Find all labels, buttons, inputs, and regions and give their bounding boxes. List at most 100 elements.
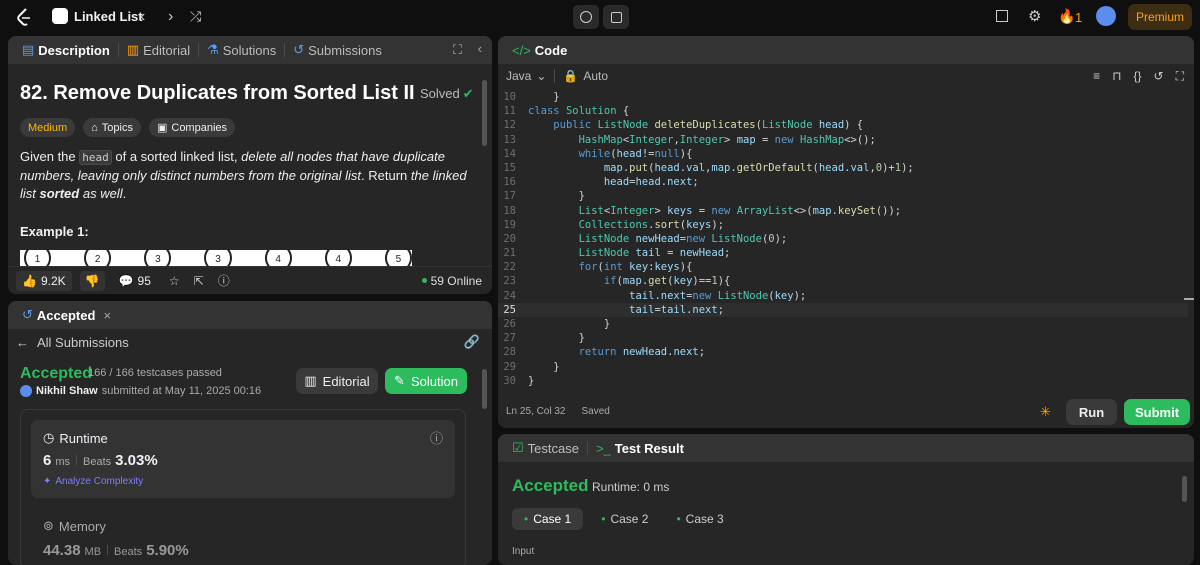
timer-button[interactable] (573, 5, 599, 29)
case-tab-3[interactable]: • Case 3 (666, 508, 733, 530)
code-editor[interactable]: 10 } 11 class Solution {12 public ListNode… (498, 90, 1188, 402)
code-text: ListNode newHead=new ListNode(0); (578, 232, 788, 245)
code-line[interactable]: 13 HashMap<Integer,Integer> map = new Ha… (498, 133, 1188, 147)
comments-button[interactable]: 💬 95 (119, 274, 151, 288)
code-line[interactable]: 23 if(map.get(key)==1){ (498, 274, 1188, 288)
companies-pill[interactable]: ▣ Companies (148, 118, 236, 137)
tab-code[interactable]: </> Code (506, 36, 573, 64)
auto-label: Auto (583, 69, 609, 83)
problem-list-button[interactable]: Linked List (52, 8, 143, 24)
like-button[interactable]: 👍 9.2K (16, 270, 72, 291)
list-node: 4 (324, 250, 352, 266)
settings-icon[interactable]: ⚙ (1028, 7, 1041, 25)
submission-scrollbar[interactable] (482, 369, 487, 409)
reset-icon[interactable]: ↺ (1154, 69, 1164, 84)
user-avatar (20, 385, 32, 397)
expand-icon[interactable]: ⛶ (453, 42, 462, 58)
case-tab-1[interactable]: • Case 1 (512, 508, 584, 530)
editorial-button[interactable]: ▥ Editorial (296, 368, 378, 394)
code-text: Collections.sort(keys); (578, 218, 725, 231)
memory-stats: 44.38 MB Beats 5.90% (43, 542, 189, 559)
star-icon[interactable]: ☆ (169, 274, 180, 288)
code-line[interactable]: 17 } (498, 189, 1188, 203)
tab-submissions[interactable]: ↺ Submissions (287, 36, 388, 64)
avatar[interactable] (1096, 6, 1116, 26)
code-line[interactable]: 28 return newHead.next; (498, 345, 1188, 359)
case-tab-2[interactable]: • Case 2 (591, 508, 658, 530)
submitter-name[interactable]: Nikhil Shaw (36, 385, 98, 397)
submit-button[interactable]: Submit (1124, 399, 1190, 425)
code-line[interactable]: 16 head=head.next; (498, 175, 1188, 189)
description-scrollbar[interactable] (482, 80, 487, 146)
streak-fire-icon[interactable]: 🔥 (1058, 8, 1075, 25)
tab-editorial[interactable]: ▥ Editorial (121, 36, 196, 64)
briefcase-icon: ▣ (156, 122, 168, 134)
tab-test-result[interactable]: >_ Test Result (590, 434, 690, 462)
code-line[interactable]: 22 for(int key:keys){ (498, 260, 1188, 274)
tab-accepted[interactable]: ↺ Accepted × (16, 301, 117, 329)
info-icon[interactable]: ⓘ (430, 428, 443, 447)
auto-toggle[interactable]: 🔒 Auto (563, 69, 608, 83)
code-line[interactable]: 12 public ListNode deleteDuplicates(List… (498, 118, 1188, 132)
code-line[interactable]: 18 List<Integer> keys = new ArrayList<>(… (498, 204, 1188, 218)
solution-button[interactable]: ✎ Solution (385, 368, 467, 394)
code-line[interactable]: 30} (498, 374, 1188, 388)
submitted-text: submitted at May 11, 2025 00:16 (101, 385, 262, 397)
code-line[interactable]: 19 Collections.sort(keys); (498, 218, 1188, 232)
help-icon[interactable]: ⓘ (218, 272, 230, 289)
editor-scrollbar[interactable] (1184, 298, 1194, 300)
code-line[interactable]: 20 ListNode newHead=new ListNode(0); (498, 232, 1188, 246)
layout-icon[interactable] (996, 10, 1008, 22)
topics-pill[interactable]: ⌂ Topics (83, 118, 141, 137)
braces-icon[interactable]: {} (1134, 69, 1142, 84)
code-line[interactable]: 11 class Solution { (498, 104, 1188, 118)
line-number: 18 (503, 204, 516, 217)
close-icon[interactable]: × (103, 308, 111, 323)
line-number: 20 (503, 232, 516, 245)
tab-solutions[interactable]: ⚗ Solutions (201, 36, 282, 64)
thumbs-down-icon[interactable]: 👎 (79, 270, 105, 291)
analyze-complexity-link[interactable]: ✦ Analyze Complexity (43, 476, 143, 487)
code-line[interactable]: 14 while(head!=null){ (498, 147, 1188, 161)
beats-label: Beats (114, 546, 143, 558)
format-icon[interactable]: ≡ (1093, 69, 1100, 84)
code-line[interactable]: 25 tail=tail.next; (498, 302, 1188, 317)
share-icon[interactable]: ⇱ (194, 274, 204, 288)
debug-icon[interactable]: ✳ (1040, 404, 1051, 420)
solution-label: Solution (410, 373, 458, 389)
back-link[interactable]: ← All Submissions (16, 335, 129, 350)
memory-card[interactable]: ⊚ Memory 44.38 MB Beats 5.90% (31, 510, 455, 565)
tab-testcase[interactable]: ☑ Testcase (506, 434, 585, 462)
line-number: 17 (503, 190, 516, 203)
code-line[interactable]: 24 tail.next=new ListNode(key); (498, 289, 1188, 303)
tab-description[interactable]: ▤ Description (16, 36, 116, 64)
premium-button[interactable]: Premium (1128, 4, 1192, 30)
difficulty-badge[interactable]: Medium (20, 118, 76, 137)
case-tabs: • Case 1 • Case 2 • Case 3 (512, 508, 734, 530)
arrow-left-icon: ← (16, 335, 29, 350)
code-text: tail=tail.next; (629, 303, 725, 316)
code-line[interactable]: 27 } (498, 331, 1188, 345)
fullscreen-icon[interactable]: ⛶ (1176, 69, 1184, 84)
prev-problem-icon[interactable]: ‹ (140, 8, 145, 26)
runtime-card[interactable]: ◷ Runtime ⓘ 6 ms Beats 3.03% ✦ Analyze Com… (31, 420, 455, 498)
code-line[interactable]: 21 ListNode tail = newHead; (498, 246, 1188, 260)
code-line[interactable]: 29 } (498, 360, 1188, 374)
result-scrollbar[interactable] (1182, 476, 1187, 502)
code-line[interactable]: 10 } (498, 90, 1188, 104)
notes-button[interactable] (603, 5, 629, 29)
run-button[interactable]: Run (1066, 399, 1117, 425)
code-line[interactable]: 26 } (498, 317, 1188, 331)
code-line[interactable]: 15 map.put(head.val,map.getOrDefault(hea… (498, 161, 1188, 175)
problem-title: 82. Remove Duplicates from Sorted List I… (20, 82, 415, 104)
collapse-icon[interactable]: ‹ (478, 41, 482, 56)
next-problem-icon[interactable]: › (168, 8, 173, 26)
link-icon[interactable]: 🔗 (464, 334, 480, 350)
pass-dot-icon: • (601, 512, 606, 526)
language-select[interactable]: Java ⌄ (506, 69, 546, 83)
leetcode-logo[interactable] (14, 7, 34, 27)
shuffle-icon[interactable]: ⤮ (190, 8, 201, 25)
code-text: } (528, 374, 535, 387)
bookmark-icon[interactable]: ⊓ (1112, 69, 1121, 84)
line-number: 27 (503, 332, 516, 345)
